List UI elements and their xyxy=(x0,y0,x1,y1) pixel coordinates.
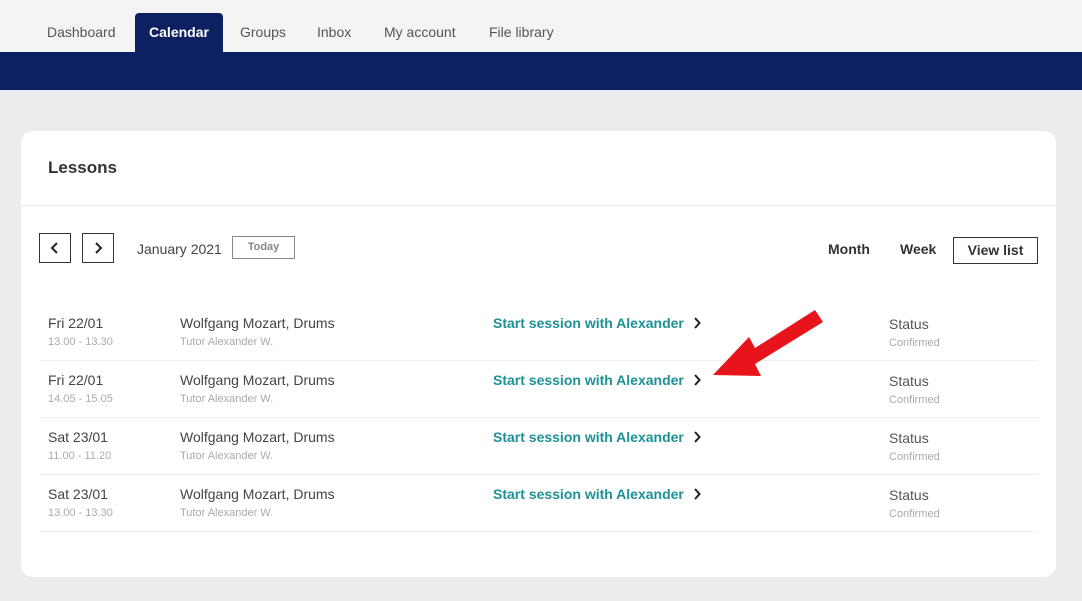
start-session-link[interactable]: Start session with Alexander xyxy=(493,429,701,445)
lesson-tutor: Tutor Alexander W. xyxy=(180,450,274,462)
start-session-label: Start session with Alexander xyxy=(493,315,684,331)
chevron-right-icon xyxy=(95,242,103,254)
start-session-label: Start session with Alexander xyxy=(493,486,684,502)
start-session-link[interactable]: Start session with Alexander xyxy=(493,486,701,502)
status-label: Status xyxy=(889,430,929,446)
chevron-left-icon xyxy=(50,242,58,254)
tab-my-account[interactable]: My account xyxy=(384,13,456,52)
start-session-label: Start session with Alexander xyxy=(493,429,684,445)
previous-month-button[interactable] xyxy=(39,233,71,263)
header-banner xyxy=(0,52,1082,90)
chevron-right-icon xyxy=(694,317,701,329)
lesson-student: Wolfgang Mozart, Drums xyxy=(180,315,335,331)
lesson-time: 13.00 - 13.30 xyxy=(48,507,113,519)
status-label: Status xyxy=(889,487,929,503)
lesson-date: Fri 22/01 xyxy=(48,372,104,388)
lesson-row: Fri 22/01 13.00 - 13.30 Wolfgang Mozart,… xyxy=(40,303,1038,361)
view-list-button[interactable]: View list xyxy=(953,237,1038,264)
status-label: Status xyxy=(889,373,929,389)
lesson-date: Sat 23/01 xyxy=(48,486,108,502)
view-month-button[interactable]: Month xyxy=(828,241,870,257)
lesson-date: Fri 22/01 xyxy=(48,315,104,331)
lessons-card: Lessons January 2021 Today Month Week Vi… xyxy=(21,131,1056,577)
lesson-tutor: Tutor Alexander W. xyxy=(180,336,274,348)
lesson-tutor: Tutor Alexander W. xyxy=(180,393,274,405)
today-button[interactable]: Today xyxy=(232,236,295,259)
current-month: January 2021 xyxy=(137,241,222,257)
status-value: Confirmed xyxy=(889,508,940,520)
tab-calendar[interactable]: Calendar xyxy=(135,13,223,52)
chevron-right-icon xyxy=(694,488,701,500)
tab-file-library[interactable]: File library xyxy=(489,13,554,52)
start-session-label: Start session with Alexander xyxy=(493,372,684,388)
red-arrow-annotation-icon xyxy=(713,310,823,376)
chevron-right-icon xyxy=(694,374,701,386)
lesson-time: 14.05 - 15.05 xyxy=(48,393,113,405)
chevron-right-icon xyxy=(694,431,701,443)
card-divider xyxy=(21,205,1056,206)
lesson-row: Fri 22/01 14.05 - 15.05 Wolfgang Mozart,… xyxy=(40,360,1038,418)
lesson-student: Wolfgang Mozart, Drums xyxy=(180,429,335,445)
start-session-link[interactable]: Start session with Alexander xyxy=(493,372,701,388)
tab-groups[interactable]: Groups xyxy=(240,13,286,52)
lesson-time: 11.00 - 11.20 xyxy=(48,450,112,462)
status-value: Confirmed xyxy=(889,337,940,349)
status-label: Status xyxy=(889,316,929,332)
status-value: Confirmed xyxy=(889,451,940,463)
view-week-button[interactable]: Week xyxy=(900,241,936,257)
lesson-student: Wolfgang Mozart, Drums xyxy=(180,486,335,502)
tab-inbox[interactable]: Inbox xyxy=(317,13,351,52)
lesson-row: Sat 23/01 13.00 - 13.30 Wolfgang Mozart,… xyxy=(40,474,1038,532)
lesson-tutor: Tutor Alexander W. xyxy=(180,507,274,519)
lesson-row: Sat 23/01 11.00 - 11.20 Wolfgang Mozart,… xyxy=(40,417,1038,475)
next-month-button[interactable] xyxy=(82,233,114,263)
lesson-date: Sat 23/01 xyxy=(48,429,108,445)
lesson-time: 13.00 - 13.30 xyxy=(48,336,113,348)
tab-dashboard[interactable]: Dashboard xyxy=(47,13,116,52)
lesson-student: Wolfgang Mozart, Drums xyxy=(180,372,335,388)
top-nav: Dashboard Calendar Groups Inbox My accou… xyxy=(0,0,1082,52)
lessons-title: Lessons xyxy=(48,158,117,177)
status-value: Confirmed xyxy=(889,394,940,406)
start-session-link[interactable]: Start session with Alexander xyxy=(493,315,701,331)
